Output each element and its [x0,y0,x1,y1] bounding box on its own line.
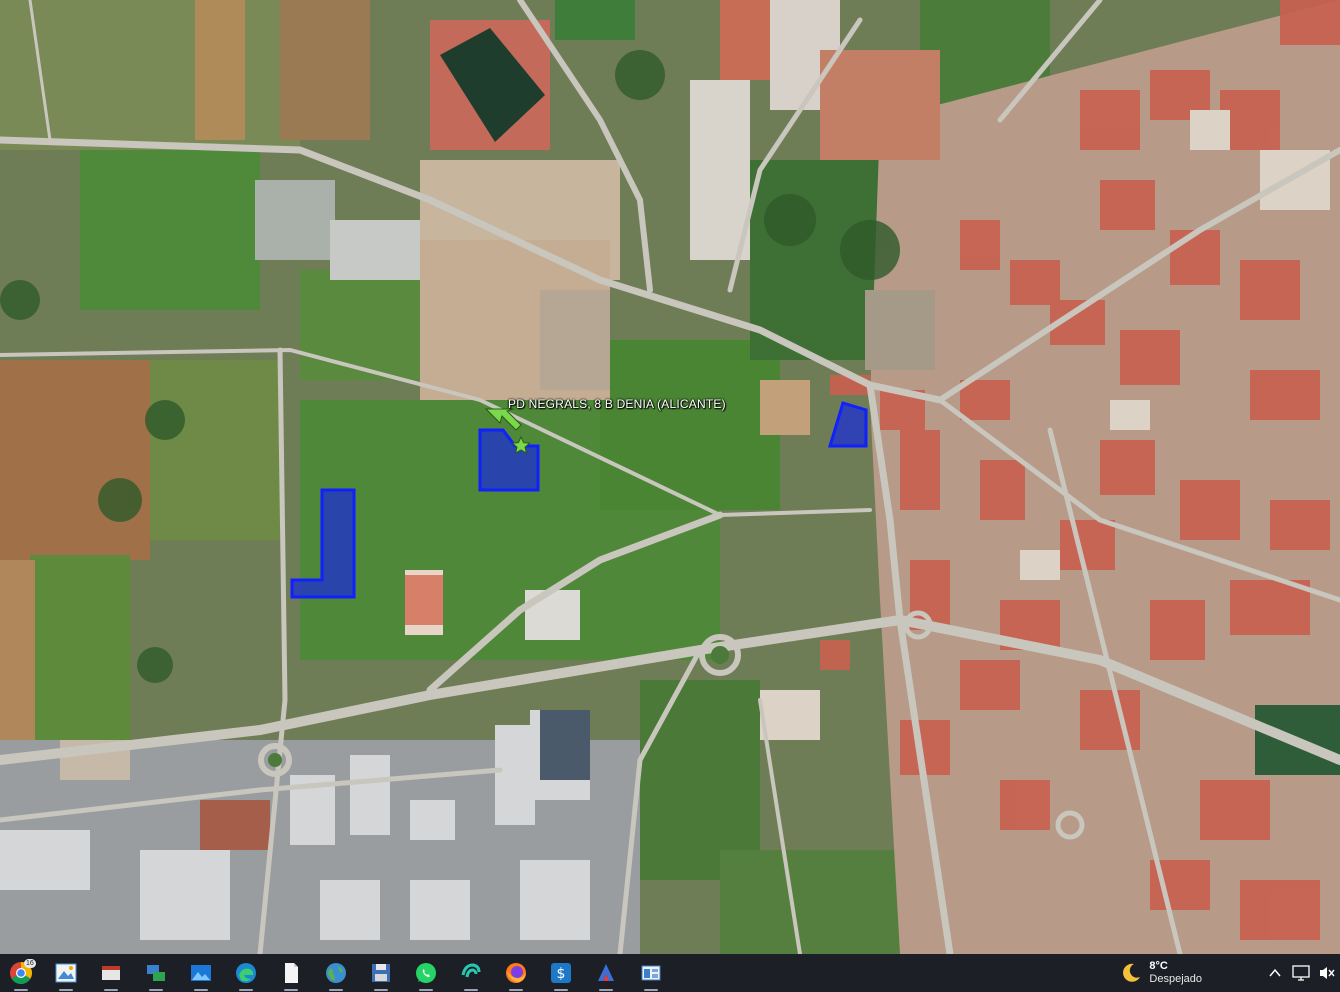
weather-widget[interactable]: 8°C Despejado [1119,960,1202,986]
floppy-save-icon [372,964,390,982]
parcel-overlays [290,401,868,599]
taskbar-app-network-share[interactable] [137,954,175,992]
parcel-polygon-center[interactable] [478,428,540,492]
taskbar-app-photos-gallery[interactable] [182,954,220,992]
parcel-polygon-west[interactable] [290,488,356,599]
firefox-icon [506,963,526,983]
weather-condition: Despejado [1149,973,1202,985]
window-app-icon [641,965,661,981]
arrow-app-icon [598,964,614,981]
display-icon [1292,965,1310,981]
dollar-app-icon: $ [551,963,571,983]
display-tray-button[interactable] [1288,954,1314,992]
satellite-map[interactable]: PD NEGRALS, 8 B DENIA (ALICANTE) [0,0,1340,954]
taskbar-app-arrow[interactable] [587,954,625,992]
windows-taskbar: 16 $ 8°C Despejado [0,954,1340,992]
taskbar-app-blank-document[interactable] [272,954,310,992]
chevron-up-icon [1269,968,1281,977]
blank-document-icon [285,963,298,983]
swirl-app-icon [461,963,481,978]
network-share-icon [147,965,165,981]
volume-tray-button[interactable] [1314,954,1340,992]
taskbar-app-floppy-save[interactable] [362,954,400,992]
photo-viewer-icon [55,963,77,983]
taskbar-app-edge[interactable] [227,954,265,992]
taskbar-app-chrome[interactable]: 16 [2,954,40,992]
moon-icon [1123,963,1141,982]
taskbar-app-snipping-tool[interactable] [92,954,130,992]
location-marker-arrow-icon[interactable] [484,408,522,431]
show-hidden-icons-button[interactable] [1262,954,1288,992]
photos-gallery-icon [191,965,211,981]
volume-icon [1320,967,1335,979]
weather-temperature: 8°C [1149,960,1168,972]
taskbar-app-whatsapp[interactable] [407,954,445,992]
parcel-polygon-east[interactable] [827,401,868,448]
svg-text:$: $ [557,966,566,982]
whatsapp-icon [416,963,436,983]
taskbar-app-firefox[interactable] [497,954,535,992]
placemark-label[interactable]: PD NEGRALS, 8 B DENIA (ALICANTE) [508,397,726,411]
snipping-tool-icon [102,966,120,980]
edge-icon [236,963,256,983]
taskbar-apps: 16 $ [0,954,677,992]
taskbar-app-swirl[interactable] [452,954,490,992]
chrome-badge: 16 [24,959,36,968]
taskbar-app-dollar[interactable]: $ [542,954,580,992]
system-tray: 8°C Despejado [1119,954,1340,992]
taskbar-app-window[interactable] [632,954,670,992]
taskbar-app-globe[interactable] [317,954,355,992]
globe-icon [326,963,346,983]
taskbar-app-photo-viewer[interactable] [47,954,85,992]
